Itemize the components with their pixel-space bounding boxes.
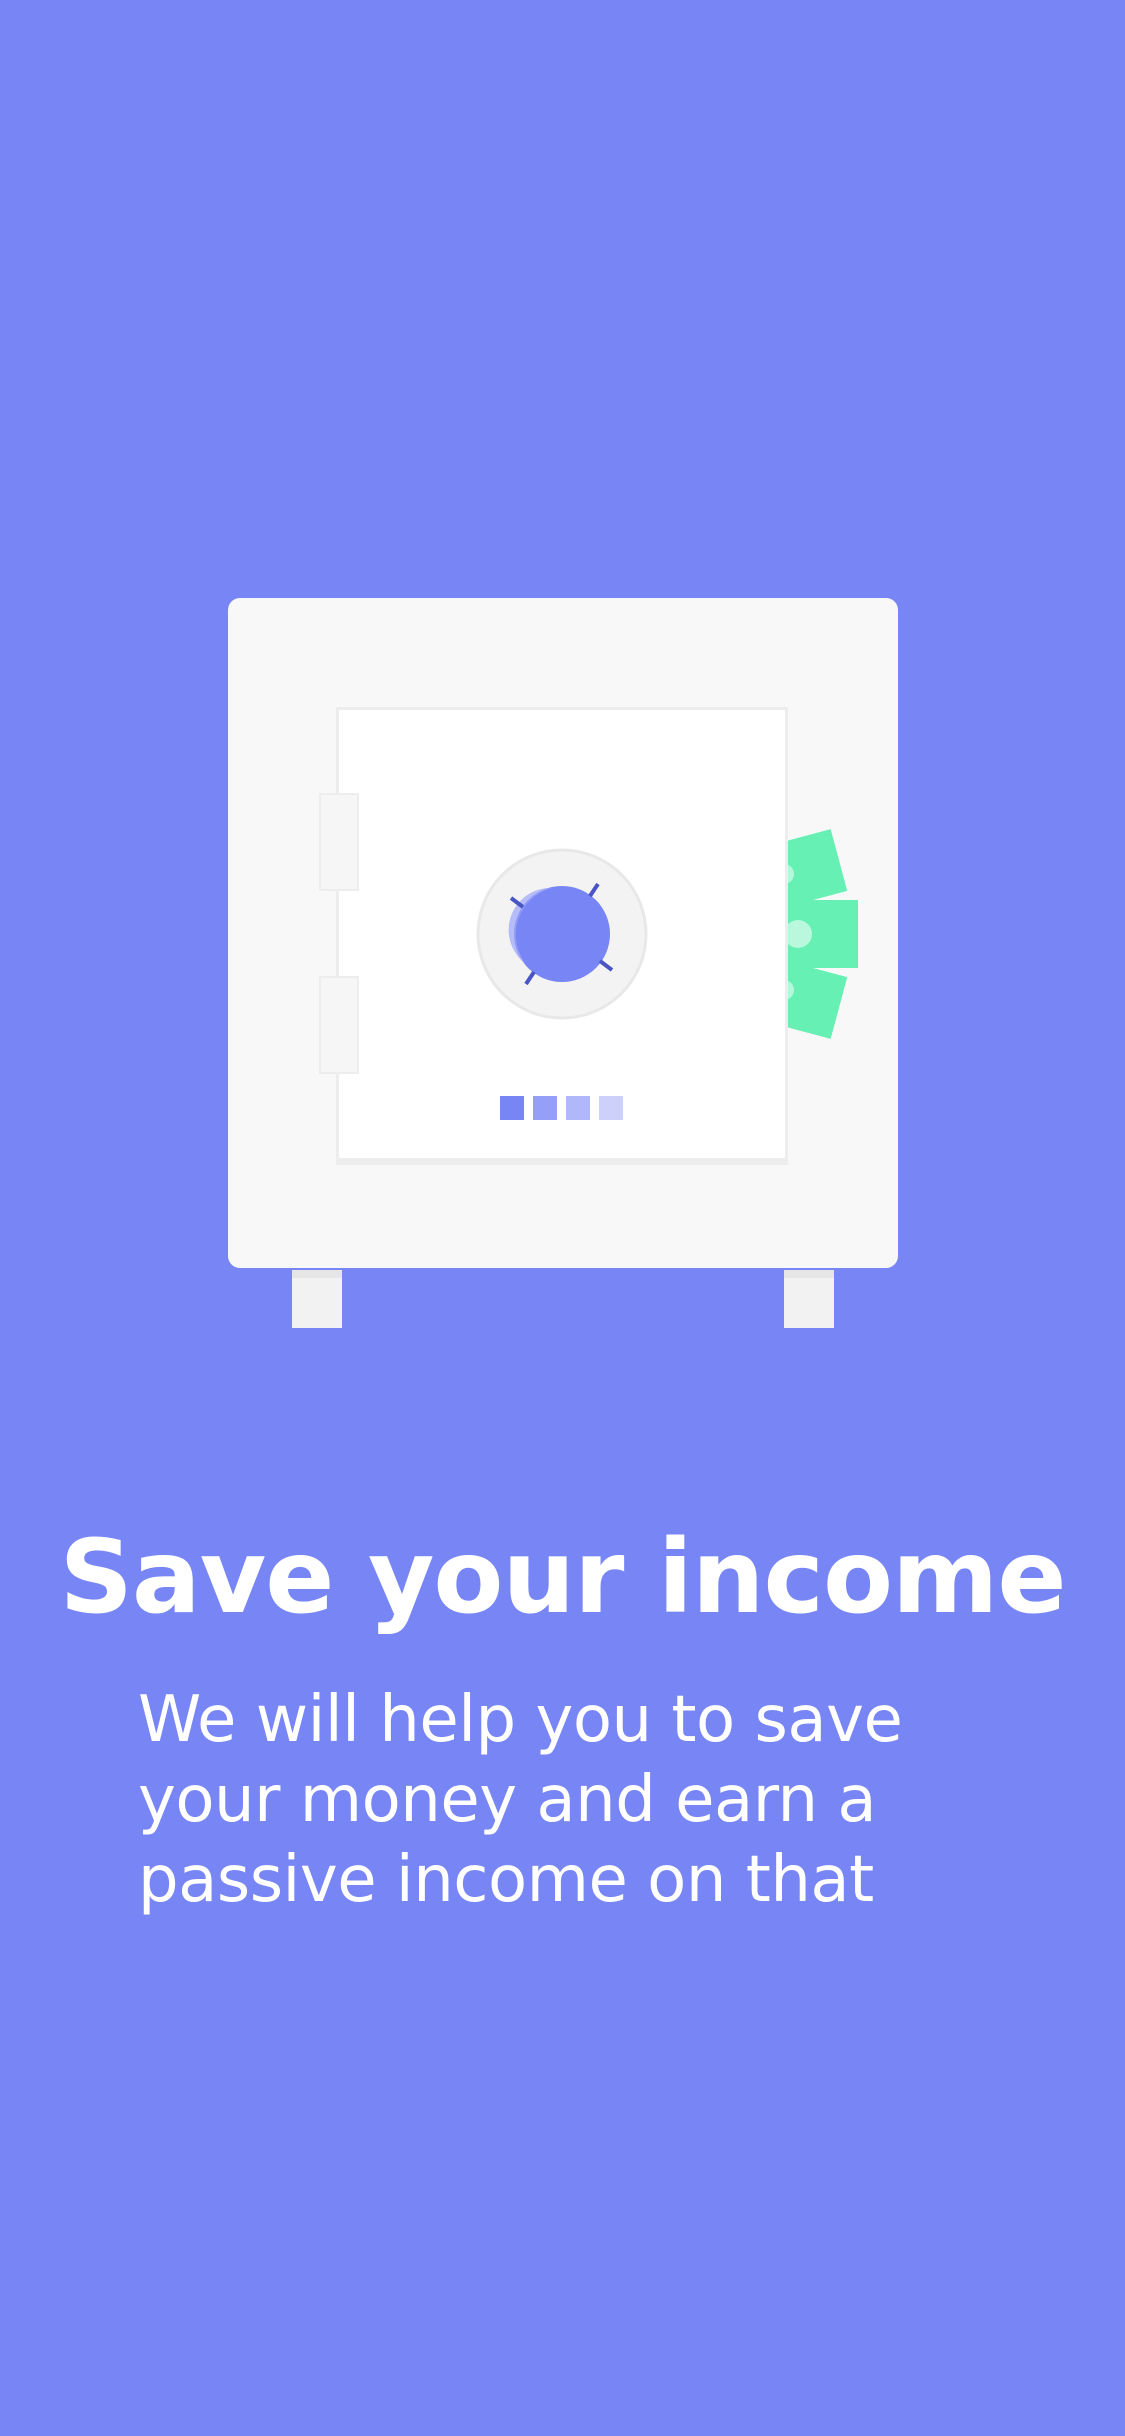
page-title: Save your income xyxy=(59,1518,1066,1637)
safe-hinge-bottom xyxy=(319,976,359,1074)
safe-dial-icon xyxy=(476,848,648,1020)
onboarding-screen: Save your income We will help you to sav… xyxy=(0,0,1125,2436)
page-subtitle: We will help you to save your money and … xyxy=(138,1683,903,1917)
safe-hinge-top xyxy=(319,793,359,891)
safe-foot-right xyxy=(784,1270,834,1328)
safe-illustration xyxy=(228,598,898,1328)
safe-foot-left xyxy=(292,1270,342,1328)
